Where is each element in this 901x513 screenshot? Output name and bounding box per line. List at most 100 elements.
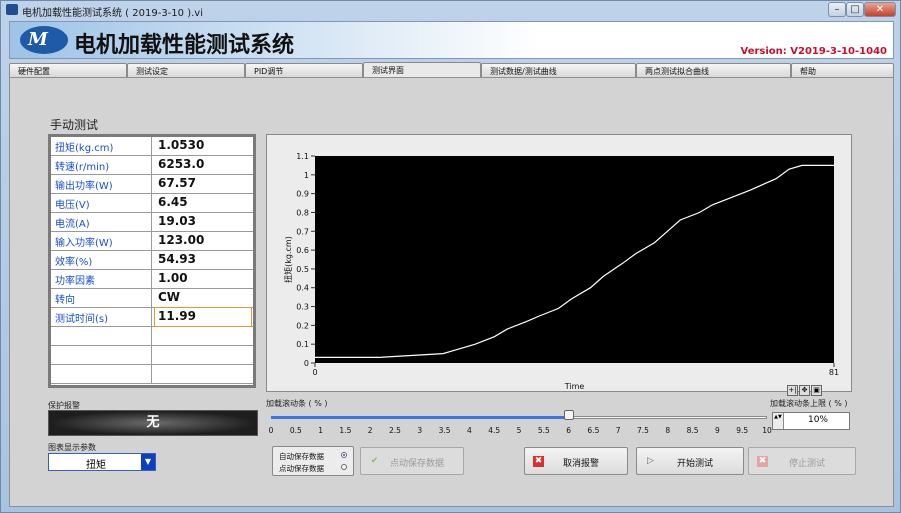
test-interface-panel: 手动测试 扭矩(kg.cm) 1.0530 转速(r/min) 6253.0 输出功率(… [9,77,894,507]
tab-hardware-config[interactable]: 硬件配置 [9,63,127,77]
measurement-label: 输入功率(W) [51,232,152,250]
upper-limit-input[interactable]: ▲▼ 10% [772,412,850,430]
stop-test-button[interactable]: ✖ 停止测试 [748,447,856,475]
cancel-alarm-button[interactable]: ✖ 取消报警 [524,447,628,475]
maximize-button[interactable]: □ [846,2,864,17]
cursor-tool-icon[interactable]: +| [787,385,798,396]
alarm-indicator: 无 [48,410,258,436]
y-tick-label: 1.1 [296,152,309,161]
slider-tick-label: 6 [566,426,571,435]
measurement-value: 6.45 [158,195,188,209]
measurement-value: 54.93 [158,252,196,266]
chart-param-select[interactable]: 扭矩 ▼ [48,453,156,471]
tab-test-data-curves[interactable]: 测试数据/测试曲线 [481,63,636,77]
y-axis-label: 扭矩(kg.cm) [283,236,293,283]
slider-tick-label: 2 [367,426,373,435]
slider-tick-label: 8.5 [686,426,699,435]
close-icon: ✕ [875,4,885,15]
zoom-tool-icon[interactable]: ▣ [811,385,822,396]
y-tick-label: 0.2 [296,321,309,330]
window-title-suffix: .vi [191,8,203,19]
measurement-value: 11.99 [154,307,252,327]
slider-tick-label: 3 [417,426,423,435]
upper-limit-value: 10% [807,415,828,425]
tab-test-interface[interactable]: 测试界面 [363,62,481,77]
slider-tick-label: 7.5 [637,426,649,435]
pan-tool-icon[interactable]: ✥ [799,385,810,396]
save-mode-group: 自动保存数据 点动保存数据 [272,446,354,476]
measurement-value [155,346,251,364]
slider-tick-label: 4 [467,426,472,435]
table-row: 扭矩(kg.cm) 1.0530 [51,137,253,156]
upper-limit-label: 加载滚动条上限 ( % ) [770,399,848,408]
slider-tick-label: 7 [615,426,621,435]
tab-label: 两点测试拟合曲线 [645,67,709,76]
measurement-value: 1.00 [158,271,188,285]
measurement-label [51,346,152,364]
measurement-value: 1.0530 [158,138,205,152]
manual-save-label: 点动保存数据 [279,464,324,473]
tab-two-point-fit[interactable]: 两点测试拟合曲线 [636,63,791,77]
x-tick-label: 81 [829,368,839,377]
version-label: Version: V2019-3-10-1040 [740,46,887,57]
table-row: 测试时间(s) 11.99 [51,307,253,327]
tab-pid-tuning[interactable]: PID调节 [245,63,363,77]
measurement-label: 效率(%) [51,251,152,269]
close-button[interactable]: ✕ [864,2,896,17]
y-tick-label: 0.3 [296,303,309,312]
manual-save-button[interactable]: ✔ 点动保存数据 [360,447,464,475]
spin-arrows-icon[interactable]: ▲▼ [773,413,784,429]
measurement-label: 测试时间(s) [51,308,152,326]
tab-label: 硬件配置 [18,67,50,76]
tab-label: 测试界面 [372,66,404,75]
app-banner: M 电机加载性能测试系统 Version: V2019-3-10-1040 [9,21,894,59]
tab-label: 帮助 [800,67,816,76]
slider-tick-label: 0.5 [289,426,302,435]
table-row: 输出功率(W) 67.57 [51,175,253,194]
chevron-down-icon[interactable]: ▼ [141,454,155,470]
minimize-button[interactable]: – [828,2,846,17]
tab-test-settings[interactable]: 测试设定 [127,63,245,77]
table-row: 转向 CW [51,289,253,308]
y-tick-label: 0.6 [296,246,309,255]
y-tick-label: 0.8 [296,208,309,217]
slider-scale: 0 0.5 1 1.5 2 2.5 3 3.5 4 4.5 5 5.5 6 6.5 7 7.5 8 8.5 9 9.5… [266,423,772,437]
y-tick-label: 0.5 [296,265,309,274]
table-row [51,365,253,384]
measurement-table: 扭矩(kg.cm) 1.0530 转速(r/min) 6253.0 输出功率(W) 67.… [48,134,256,388]
measurement-value: 19.03 [158,214,196,228]
manual-test-title: 手动测试 [50,118,99,132]
app-title: 电机加载性能测试系统 [74,33,295,58]
chart-tool-palette: +| ✥ ▣ [787,377,823,396]
start-test-button[interactable]: ▷ 开始测试 [636,447,744,475]
slider-tick-label: 1 [318,426,323,435]
measurement-label: 功率因素 [51,270,152,288]
measurement-value: 67.57 [158,176,196,190]
slider-tick-label: 9.5 [736,426,749,435]
slider-tick-label: 4.5 [488,426,501,435]
y-tick-label: 0.9 [296,190,309,199]
slider-fill [271,416,569,419]
app-window: 电机加载性能测试系统 ( 2019-3-10 ).vi – □ ✕ M 电机加载… [0,0,901,513]
auto-save-radio[interactable] [341,452,347,458]
measurement-label: 转速(r/min) [51,156,152,174]
manual-save-radio[interactable] [341,464,347,470]
y-tick-label: 0.4 [296,284,309,293]
tab-label: PID调节 [254,67,284,76]
slider-tick-label: 1.5 [339,426,352,435]
measurement-value [155,327,251,345]
y-tick-label: 1 [304,171,309,180]
slider-tick-label: 2.5 [389,426,401,435]
measurement-value: 123.00 [158,233,205,247]
title-bar[interactable]: 电机加载性能测试系统 ( 2019-3-10 ).vi – □ ✕ [1,1,900,19]
tab-help[interactable]: 帮助 [791,63,894,77]
y-tick-label: 0.7 [296,227,309,236]
table-row: 效率(%) 54.93 [51,251,253,270]
minimize-icon: – [834,4,840,15]
slider-tick-label: 9 [715,426,720,435]
table-row: 电流(A) 19.03 [51,213,253,232]
measurement-label: 转向 [51,289,152,307]
chart-param-label: 图表显示参数 [48,443,96,452]
table-row: 转速(r/min) 6253.0 [51,156,253,175]
slider-thumb[interactable] [563,410,574,420]
